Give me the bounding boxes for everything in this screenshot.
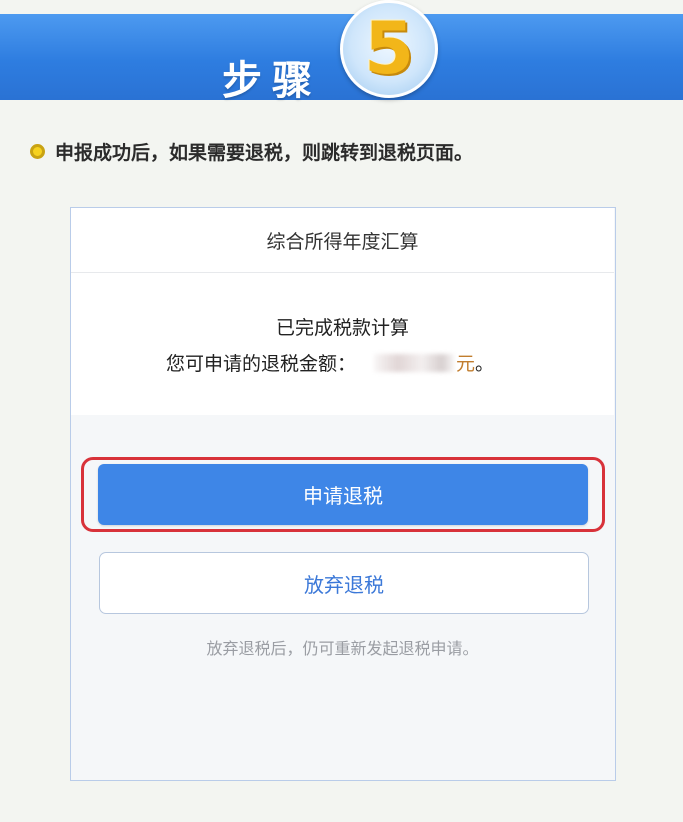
step-number: 5 [363, 6, 415, 90]
bullet-icon [30, 144, 45, 159]
calculation-status: 已完成税款计算 [275, 317, 409, 339]
instruction-text: 申报成功后，如果需要退税，则跳转到退税页面。 [55, 142, 474, 164]
refund-amount-line: 您可申请的退税金额： 元 。 [166, 349, 494, 376]
banner-title: 步骤 [222, 58, 322, 104]
instruction: 申报成功后，如果需要退税，则跳转到退税页面。 [30, 138, 473, 165]
refund-unit: 元 [456, 353, 476, 375]
refund-amount-blurred [374, 353, 455, 372]
card-title: 综合所得年度汇算 [266, 230, 419, 253]
card-header: 综合所得年度汇算 [71, 208, 614, 273]
refund-period: 。 [475, 353, 495, 375]
refund-amount-label: 您可申请的退税金额： [166, 353, 357, 375]
give-up-refund-button[interactable]: 放弃退税 [99, 552, 589, 614]
step-number-badge: 5 [340, 0, 438, 98]
give-up-hint: 放弃退税后，仍可重新发起退税申请。 [206, 639, 479, 658]
annual-settlement-card: 综合所得年度汇算 已完成税款计算 您可申请的退税金额： 元 。 申请退税 放弃退… [70, 207, 616, 781]
apply-refund-button[interactable]: 申请退税 [98, 464, 588, 525]
refund-info: 已完成税款计算 您可申请的退税金额： 元 。 [71, 273, 614, 415]
